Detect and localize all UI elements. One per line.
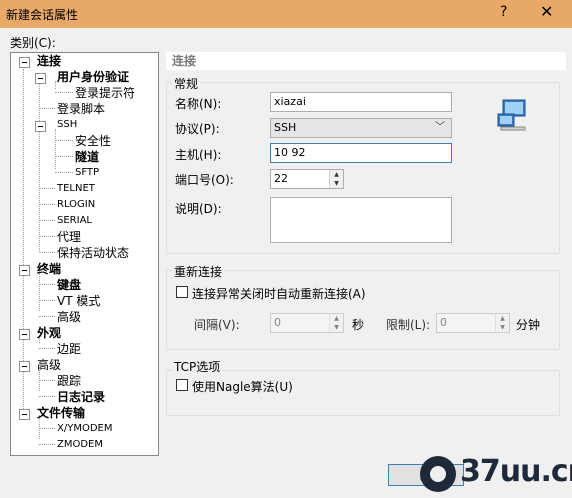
tree-item-tunnel[interactable]: 隧道 bbox=[75, 149, 99, 165]
description-label: 说明(D): bbox=[175, 202, 222, 216]
down-arrow-icon[interactable]: ▼ bbox=[330, 323, 343, 332]
tree-item-trace[interactable]: 跟踪 bbox=[57, 373, 81, 389]
up-arrow-icon[interactable]: ▲ bbox=[330, 314, 343, 323]
limit-label: 限制(L): bbox=[386, 318, 431, 332]
tree-item-appearance[interactable]: 外观 bbox=[37, 325, 61, 341]
protocol-value: SSH bbox=[274, 121, 297, 134]
tree-item-terminal[interactable]: 终端 bbox=[37, 261, 61, 277]
tree-item-connection[interactable]: 连接 bbox=[37, 53, 61, 69]
computer-network-icon bbox=[497, 99, 526, 131]
watermark-text: 37uu.cn bbox=[460, 454, 572, 489]
panel-title: 连接 bbox=[166, 52, 566, 70]
name-label: 名称(N): bbox=[175, 97, 222, 111]
tree-item-file-transfer[interactable]: 文件传输 bbox=[37, 405, 85, 421]
tree-item-proxy[interactable]: 代理 bbox=[57, 229, 81, 245]
tree-item-keyboard[interactable]: 键盘 bbox=[57, 277, 81, 293]
port-label: 端口号(O): bbox=[175, 173, 234, 187]
interval-stepper[interactable]: ▲ ▼ bbox=[329, 314, 343, 332]
protocol-select[interactable]: SSH ﹀ bbox=[270, 118, 452, 138]
tree-item-sftp[interactable]: SFTP bbox=[75, 165, 99, 181]
auto-reconnect-label: 连接异常关闭时自动重新连接(A) bbox=[192, 287, 366, 301]
up-arrow-icon[interactable]: ▲ bbox=[496, 314, 509, 323]
tree-item-advanced[interactable]: 高级 bbox=[37, 357, 61, 373]
tree-item-keepalive[interactable]: 保持活动状态 bbox=[57, 245, 129, 261]
tcp-group-title: TCP选项 bbox=[172, 358, 223, 375]
tree-item-login-prompt[interactable]: 登录提示符 bbox=[75, 85, 135, 101]
nagle-checkbox[interactable] bbox=[176, 379, 188, 391]
reconnect-group-title: 重新连接 bbox=[172, 263, 225, 280]
general-group-title: 常规 bbox=[172, 75, 201, 92]
collapse-icon[interactable] bbox=[35, 73, 46, 84]
tree-item-vt-mode[interactable]: VT 模式 bbox=[57, 293, 100, 309]
tree-item-terminal-advanced[interactable]: 高级 bbox=[57, 309, 81, 325]
collapse-icon[interactable] bbox=[19, 409, 30, 420]
protocol-label: 协议(P): bbox=[175, 122, 220, 136]
tree-item-ssh[interactable]: SSH bbox=[57, 117, 77, 133]
tree-item-zmodem[interactable]: ZMODEM bbox=[57, 437, 103, 453]
category-tree[interactable]: 连接 用户身份验证 登录提示符 登录脚本 SSH 安全性 隧道 SFTP TEL… bbox=[10, 52, 159, 456]
tree-item-margins[interactable]: 边距 bbox=[57, 341, 81, 357]
limit-unit: 分钟 bbox=[516, 318, 541, 332]
up-arrow-icon[interactable]: ▲ bbox=[330, 170, 343, 179]
description-textarea[interactable] bbox=[270, 197, 452, 243]
tree-item-security[interactable]: 安全性 bbox=[75, 133, 111, 149]
port-stepper[interactable]: ▲ ▼ bbox=[329, 170, 343, 188]
window-title: 新建会话属性 bbox=[6, 8, 79, 22]
tree-item-serial[interactable]: SERIAL bbox=[57, 213, 92, 229]
close-button[interactable]: ✕ bbox=[540, 2, 553, 21]
tree-item-telnet[interactable]: TELNET bbox=[57, 181, 95, 197]
watermark-logo-icon bbox=[420, 456, 456, 492]
interval-label: 间隔(V): bbox=[194, 318, 240, 332]
help-button[interactable]: ? bbox=[500, 4, 507, 20]
collapse-icon[interactable] bbox=[19, 265, 30, 276]
interval-unit: 秒 bbox=[352, 318, 365, 332]
host-label: 主机(H): bbox=[175, 148, 222, 162]
watermark: 37uu.cn bbox=[420, 452, 572, 496]
reconnect-group bbox=[166, 270, 560, 350]
name-input[interactable]: xiazai bbox=[270, 92, 452, 112]
title-bar: 新建会话属性 ? ✕ bbox=[0, 0, 572, 28]
collapse-icon[interactable] bbox=[19, 57, 30, 68]
collapse-icon[interactable] bbox=[19, 361, 30, 372]
nagle-label: 使用Nagle算法(U) bbox=[192, 380, 293, 394]
collapse-icon[interactable] bbox=[35, 121, 46, 132]
auto-reconnect-checkbox[interactable] bbox=[176, 286, 188, 298]
chevron-down-icon: ﹀ bbox=[435, 122, 445, 133]
down-arrow-icon[interactable]: ▼ bbox=[496, 323, 509, 332]
tree-item-user-auth[interactable]: 用户身份验证 bbox=[57, 69, 129, 85]
tree-item-rlogin[interactable]: RLOGIN bbox=[57, 197, 95, 213]
host-input[interactable]: 10 92 bbox=[270, 143, 452, 163]
limit-stepper[interactable]: ▲ ▼ bbox=[495, 314, 509, 332]
down-arrow-icon[interactable]: ▼ bbox=[330, 179, 343, 188]
tree-item-xymodem[interactable]: X/YMODEM bbox=[57, 421, 112, 437]
tree-item-login-script[interactable]: 登录脚本 bbox=[57, 101, 105, 117]
category-label: 类别(C): bbox=[10, 36, 56, 50]
tree-item-logging[interactable]: 日志记录 bbox=[57, 389, 105, 405]
collapse-icon[interactable] bbox=[19, 329, 30, 340]
